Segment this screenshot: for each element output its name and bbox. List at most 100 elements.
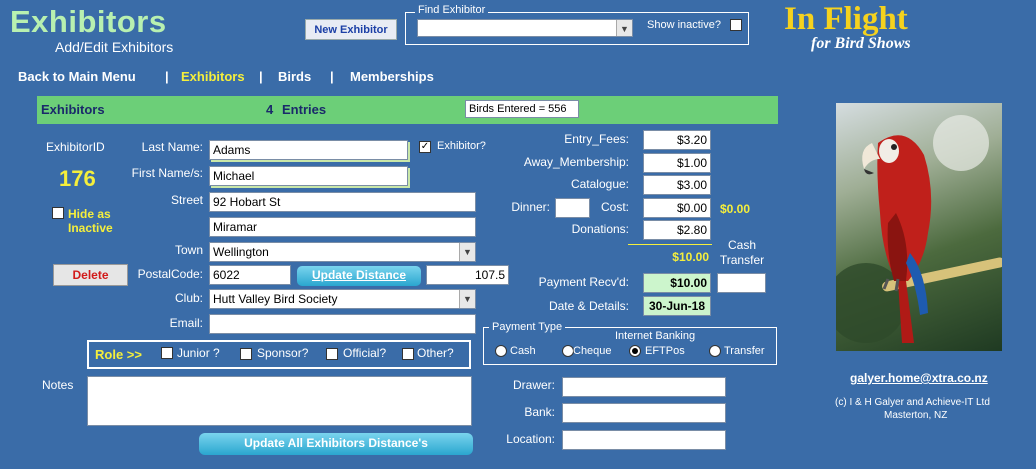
cash-transfer-field[interactable] (717, 273, 766, 293)
delete-button[interactable]: Delete (53, 264, 128, 286)
location-input[interactable] (562, 430, 726, 450)
other-checkbox[interactable] (402, 348, 414, 360)
cost-extra-value: $0.00 (720, 202, 751, 216)
location-text: Masterton, NZ (884, 410, 948, 421)
club-select[interactable]: Hutt Valley Bird Society ▼ (209, 289, 476, 309)
payment-transfer-radio[interactable] (709, 345, 721, 357)
chevron-down-icon[interactable]: ▼ (616, 20, 632, 36)
away-membership-field[interactable]: $1.00 (643, 153, 711, 173)
exhibitor-check-label: Exhibitor? (437, 140, 486, 152)
hide-inactive-label-line: Hide as (68, 207, 111, 221)
club-label: Club: (174, 291, 203, 305)
show-inactive-label: Show inactive? (647, 19, 721, 31)
payment-cash-label: Cash (510, 345, 536, 357)
brand-title: In Flight (784, 1, 908, 37)
hide-inactive-checkbox[interactable] (52, 207, 64, 219)
copyright-text: (c) I & H Galyer and Achieve-IT Ltd (835, 397, 990, 408)
payment-received-label: Payment Recv'd: (538, 275, 629, 289)
away-membership-label: Away_Membership: (523, 155, 629, 169)
payment-received-field[interactable]: $10.00 (643, 273, 711, 293)
donations-label: Donations: (571, 222, 629, 236)
total-value: $10.00 (672, 250, 709, 264)
email-label: Email: (169, 316, 203, 330)
total-divider (628, 244, 712, 245)
parrot-icon (836, 115, 1002, 343)
payment-eftpos-radio[interactable] (629, 345, 641, 357)
hide-inactive-label-line: Inactive (68, 221, 113, 235)
catalogue-field[interactable]: $3.00 (643, 175, 711, 195)
nav-memberships[interactable]: Memberships (350, 69, 434, 84)
hide-inactive-label: Hide as Inactive (68, 207, 113, 235)
street-line2-input[interactable]: Miramar (209, 217, 476, 237)
town-value: Wellington (213, 245, 269, 259)
donations-field[interactable]: $2.80 (643, 220, 711, 240)
sponsor-label: Sponsor? (257, 346, 309, 360)
nav-back-to-main-menu[interactable]: Back to Main Menu (18, 69, 136, 84)
postal-code-input[interactable]: 6022 (209, 265, 291, 285)
club-value: Hutt Valley Bird Society (213, 292, 338, 306)
role-label: Role >> (95, 347, 142, 362)
first-name-input[interactable]: Michael (209, 166, 408, 186)
catalogue-label: Catalogue: (570, 177, 629, 191)
dinner-field[interactable] (555, 198, 590, 218)
last-name-label: Last Name: (141, 140, 203, 154)
entry-fees-label: Entry_Fees: (564, 132, 629, 146)
street-input[interactable]: 92 Hobart St (209, 192, 476, 212)
find-exhibitor-legend: Find Exhibitor (415, 4, 489, 16)
show-inactive-checkbox[interactable] (730, 19, 742, 31)
town-select[interactable]: Wellington ▼ (209, 242, 476, 262)
nav-birds[interactable]: Birds (278, 69, 311, 84)
date-details-field[interactable]: 30-Jun-18 (643, 296, 711, 316)
page-title: Exhibitors (10, 4, 167, 39)
entry-count: 4 (266, 102, 274, 117)
dinner-label: Dinner: (511, 200, 550, 214)
exhibitor-id-label: ExhibitorID (46, 140, 105, 154)
date-details-label: Date & Details: (548, 299, 629, 313)
update-all-distances-button[interactable]: Update All Exhibitors Distance's (199, 433, 473, 455)
nav-separator: | (330, 69, 334, 84)
update-distance-button[interactable]: Update Distance (297, 266, 421, 286)
payment-cheque-label: Cheque (573, 345, 612, 357)
bank-input[interactable] (562, 403, 726, 423)
payment-eftpos-label: EFTPos (645, 345, 685, 357)
junior-label: Junior ? (177, 346, 220, 360)
payment-type-legend: Payment Type (489, 321, 566, 333)
official-label: Official? (343, 346, 387, 360)
location-label: Location: (506, 432, 555, 446)
chevron-down-icon[interactable]: ▼ (459, 290, 475, 308)
notes-textarea[interactable] (87, 376, 472, 426)
page-subtitle: Add/Edit Exhibitors (55, 39, 174, 55)
bar-title: Exhibitors (41, 102, 105, 117)
last-name-input[interactable]: Adams (209, 140, 408, 160)
new-exhibitor-button[interactable]: New Exhibitor (305, 19, 397, 40)
internet-banking-label: Internet Banking (615, 330, 696, 342)
contact-email-link[interactable]: galyer.home@xtra.co.nz (850, 371, 988, 385)
birds-entered-field: Birds Entered = 556 (465, 100, 579, 118)
brand-subtitle: for Bird Shows (811, 35, 911, 52)
entry-fees-field[interactable]: $3.20 (643, 130, 711, 150)
entries-label: Entries (282, 102, 327, 117)
junior-checkbox[interactable] (161, 347, 173, 359)
exhibitor-id-value: 176 (59, 166, 96, 191)
bank-label: Bank: (524, 405, 555, 419)
find-exhibitor-select[interactable]: ▼ (417, 19, 633, 37)
payment-transfer-label: Transfer (724, 345, 765, 357)
cost-field[interactable]: $0.00 (643, 198, 711, 218)
drawer-input[interactable] (562, 377, 726, 397)
sponsor-checkbox[interactable] (240, 348, 252, 360)
first-name-label: First Name/s: (131, 166, 203, 180)
postal-code-label: PostalCode: (137, 267, 203, 281)
drawer-label: Drawer: (512, 378, 555, 392)
exhibitor-checkbox[interactable]: ✓ (419, 141, 431, 153)
payment-cash-radio[interactable] (495, 345, 507, 357)
town-label: Town (174, 243, 203, 257)
email-input[interactable] (209, 314, 476, 334)
notes-label: Notes (42, 378, 74, 392)
chevron-down-icon[interactable]: ▼ (459, 243, 475, 261)
cost-label: Cost: (600, 200, 629, 214)
parrot-image (836, 103, 1002, 351)
cash-transfer-label-line: Cash (727, 238, 756, 252)
exhibitors-bar (37, 96, 778, 124)
official-checkbox[interactable] (326, 348, 338, 360)
nav-exhibitors[interactable]: Exhibitors (181, 69, 245, 84)
